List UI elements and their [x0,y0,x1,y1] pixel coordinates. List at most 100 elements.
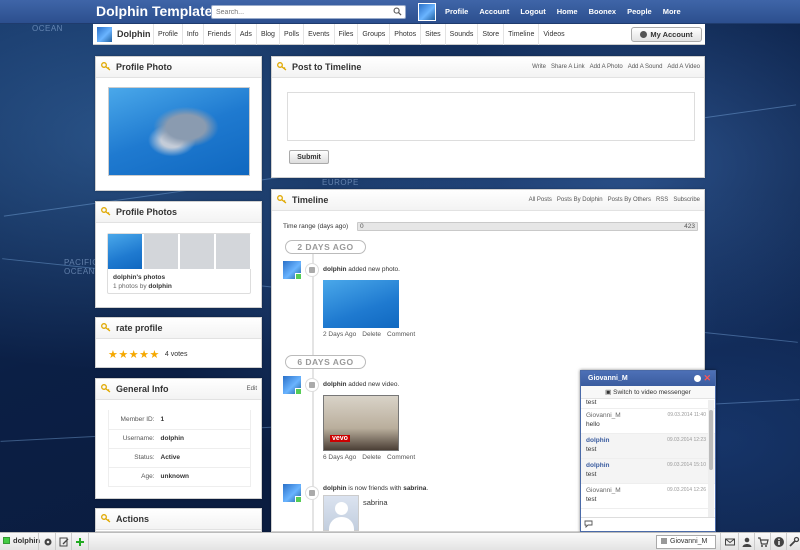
cart-icon[interactable] [757,536,769,548]
search-icon[interactable] [393,7,402,16]
submenu-item-profile[interactable]: Profile [153,24,182,45]
profile-photo-image[interactable] [108,87,250,176]
add-sound-tab[interactable]: Add A Sound [628,64,663,70]
entry-user-link[interactable]: dolphin [323,485,346,492]
comment-link[interactable]: Comment [387,454,415,461]
submenu-item-blog[interactable]: Blog [255,24,279,45]
entry-avatar[interactable] [283,376,302,395]
album-thumb[interactable] [108,234,143,269]
switch-video-messenger[interactable]: ▣ Switch to video messenger [581,386,715,399]
subscribe-link[interactable]: Subscribe [673,197,700,203]
chat-header[interactable]: Giovanni_M ✕ [581,371,715,386]
add-photo-tab[interactable]: Add A Photo [590,64,623,70]
profile-name[interactable]: Dolphin [117,29,151,39]
actions-box: Actions [95,508,262,532]
nav-more[interactable]: More [663,7,681,16]
submenu-item-ads[interactable]: Ads [234,24,256,45]
info-icon[interactable] [773,536,785,548]
star-icon[interactable]: ★ [108,348,118,361]
chat-message: dolphin 09.03.2014 15:10 test [581,459,715,484]
user-avatar[interactable] [418,3,436,21]
edit-icon[interactable] [58,536,70,548]
submenu-item-sites[interactable]: Sites [420,24,445,45]
table-row: Member ID: 1 [108,410,251,430]
entry-photo[interactable] [323,280,399,328]
site-title[interactable]: Dolphin Template [96,3,212,19]
box-title: Actions [116,514,150,524]
delete-link[interactable]: Delete [362,331,381,338]
tools-icon[interactable] [788,536,800,548]
entry-video[interactable]: vevo [323,395,399,451]
entry-avatar[interactable] [283,261,302,280]
mail-icon[interactable] [724,536,736,548]
submenu-item-timeline[interactable]: Timeline [503,24,538,45]
nav-logout[interactable]: Logout [520,7,545,16]
online-status-icon [3,537,10,544]
search-box[interactable] [211,5,406,19]
general-info-box: General Info Edit Member ID: 1 Username: d… [95,378,262,499]
close-icon[interactable]: ✕ [703,373,711,383]
time-range-slider[interactable]: 0 423 [357,222,698,231]
chat-input[interactable] [581,517,715,531]
box-title: General Info [116,384,169,394]
share-link-tab[interactable]: Share A Link [551,64,585,70]
friends-icon[interactable] [741,536,753,548]
add-icon[interactable] [74,536,86,548]
submenu-item-sounds[interactable]: Sounds [444,24,478,45]
nav-home[interactable]: Home [557,7,578,16]
album-title[interactable]: dolphin's photos [113,274,165,281]
time-range-label: Time range (days ago) [283,223,349,230]
add-video-tab[interactable]: Add A Video [667,64,700,70]
submenu-item-videos[interactable]: Videos [538,24,568,45]
entry-user-link[interactable]: dolphin [323,381,346,388]
entry-avatar[interactable] [283,484,302,503]
friend-link[interactable]: sabrina [403,485,426,492]
write-tab[interactable]: Write [532,64,546,70]
friend-avatar[interactable] [323,495,359,531]
submenu-item-info[interactable]: Info [181,24,203,45]
table-row: Age: unknown [108,467,251,487]
nav-boonex[interactable]: Boonex [589,7,617,16]
key-icon [277,62,287,71]
submenu-item-files[interactable]: Files [333,24,358,45]
album-thumb [180,234,215,269]
delete-link[interactable]: Delete [362,454,381,461]
gear-icon[interactable] [42,536,54,548]
all-posts-tab[interactable]: All Posts [529,197,552,203]
video-icon [305,378,319,392]
posts-by-others-tab[interactable]: Posts By Others [608,197,651,203]
submenu-item-events[interactable]: Events [303,24,333,45]
profile-avatar[interactable] [97,27,112,42]
friend-name[interactable]: sabrina [363,498,388,507]
photo-album-card[interactable]: dolphin's photos 1 photos by dolphin [107,233,251,294]
posts-by-dolphin-tab[interactable]: Posts By Dolphin [557,197,603,203]
submenu-item-groups[interactable]: Groups [357,24,389,45]
friend-icon [305,486,319,500]
submenu-item-store[interactable]: Store [477,24,503,45]
post-textarea[interactable] [291,91,691,139]
search-input[interactable] [216,6,392,18]
edit-link[interactable]: Edit [247,386,257,392]
minimize-icon[interactable] [694,375,701,382]
comment-link[interactable]: Comment [387,331,415,338]
star-icon[interactable]: ★ [118,348,128,361]
submenu-item-polls[interactable]: Polls [278,24,303,45]
submenu-item-friends[interactable]: Friends [202,24,235,45]
bottom-user[interactable]: dolphin [3,536,40,545]
top-nav: Profile Account Logout Home Boonex Peopl… [445,7,692,16]
rss-link[interactable]: RSS [656,197,668,203]
entry-user-link[interactable]: dolphin [323,266,346,273]
submit-button[interactable]: Submit [289,150,329,164]
album-owner-link[interactable]: dolphin [148,283,171,290]
star-icon[interactable]: ★ [129,348,139,361]
star-icon[interactable]: ★ [150,348,160,361]
submenu-item-photos[interactable]: Photos [389,24,420,45]
nav-account[interactable]: Account [479,7,509,16]
chat-tab[interactable]: Giovanni_M [656,535,716,549]
my-account-button[interactable]: My Account [631,27,702,42]
star-icon[interactable]: ★ [139,348,149,361]
nav-profile[interactable]: Profile [445,7,468,16]
chat-scrollbar[interactable] [708,400,714,518]
map-label-ocean-2: OCEAN [64,267,95,276]
nav-people[interactable]: People [627,7,652,16]
